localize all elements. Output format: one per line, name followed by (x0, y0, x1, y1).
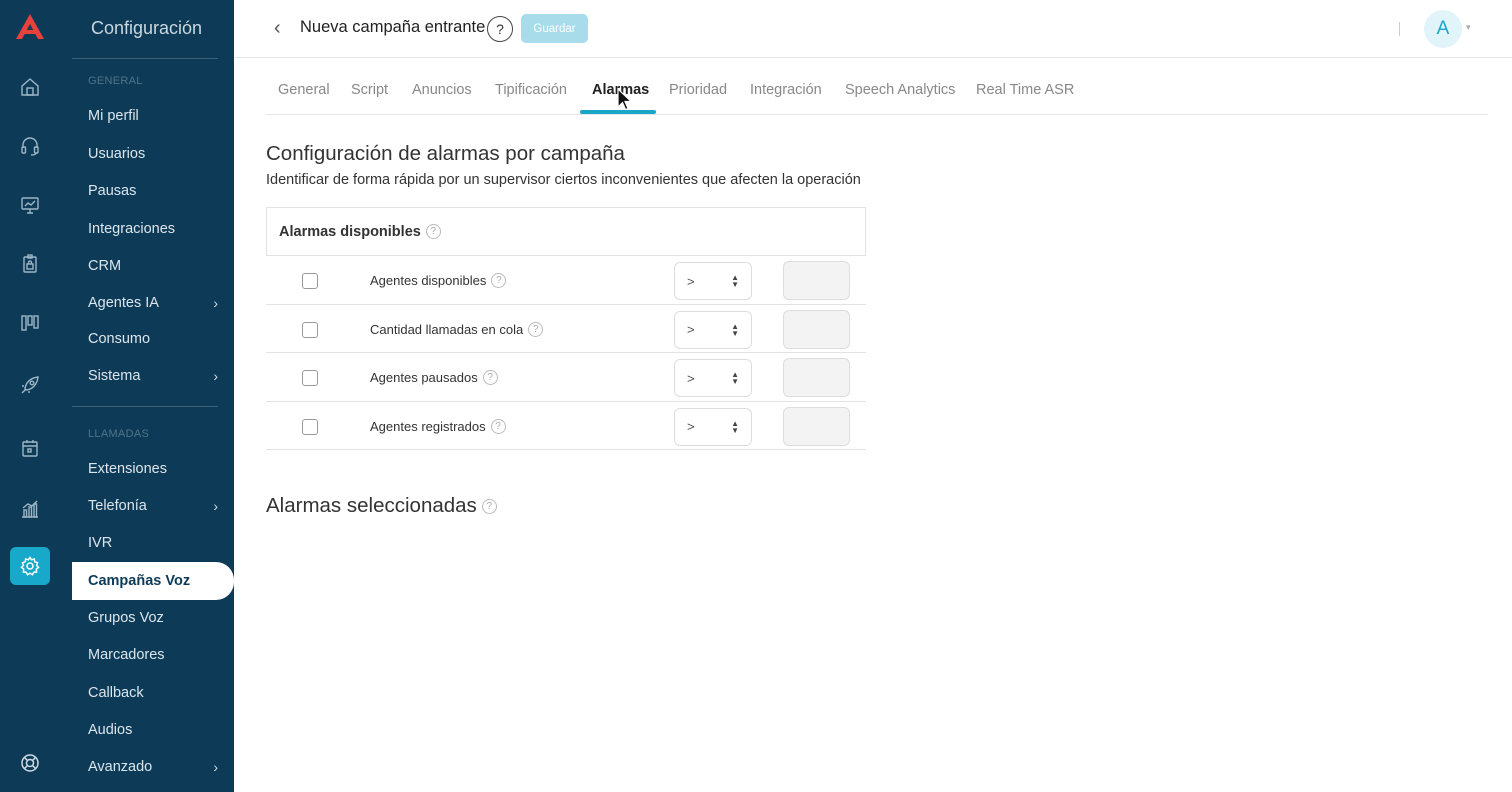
operator-select[interactable]: > ▲ ▼ (674, 262, 752, 300)
alarm-row: Agentes pausados? > ▲ ▼ (266, 353, 866, 402)
menu-item-ivr[interactable]: IVR (88, 535, 218, 551)
available-alarms-header: Alarmas disponibles ? (266, 207, 866, 256)
menu-item-usuarios[interactable]: Usuarios (88, 146, 218, 162)
menu-item-telefonia[interactable]: Telefonía › (88, 498, 218, 514)
page-header: ‹ Nueva campaña entrante ? Guardar A ▾ (234, 0, 1512, 58)
help-icon[interactable]: ? (491, 273, 507, 288)
menu-item-mi-perfil[interactable]: Mi perfil (88, 108, 218, 124)
settings-icon[interactable] (10, 547, 50, 585)
chevron-right-icon: › (213, 498, 218, 514)
campaign-tabs: General Script Anuncios Tipificación Ala… (266, 70, 1488, 115)
analytics-icon[interactable] (10, 491, 50, 527)
operator-select[interactable]: > ▲ ▼ (674, 359, 752, 397)
available-alarms-table: Alarmas disponibles ? Agentes disponible… (266, 207, 866, 450)
badge-icon[interactable] (10, 246, 50, 282)
header-divider (1399, 22, 1400, 36)
tab-integracion[interactable]: Integración (750, 82, 822, 98)
sort-arrows-icon: ▲ ▼ (731, 321, 739, 338)
menu-item-integraciones[interactable]: Integraciones (88, 221, 218, 237)
alarm-label: Agentes pausados? (370, 370, 498, 385)
chevron-down-icon[interactable]: ▾ (1466, 22, 1471, 33)
menu-divider (72, 406, 218, 407)
help-icon[interactable]: ? (482, 370, 498, 385)
settings-menu: Configuración GENERAL Mi perfil Usuarios… (60, 0, 234, 792)
kanban-icon[interactable] (10, 305, 50, 341)
menu-item-grupos-voz[interactable]: Grupos Voz (88, 610, 218, 626)
selected-alarms-title: Alarmas seleccionadas ? (266, 494, 497, 518)
menu-item-crm[interactable]: CRM (88, 258, 218, 274)
back-arrow-icon[interactable]: ‹ (274, 17, 281, 40)
operator-select[interactable]: > ▲ ▼ (674, 407, 752, 446)
headset-icon[interactable] (10, 128, 50, 164)
page-title: Nueva campaña entrante (300, 18, 486, 36)
alarm-row: Cantidad llamadas en cola? > ▲ ▼ (266, 305, 866, 353)
menu-item-sistema[interactable]: Sistema › (88, 368, 218, 384)
save-button[interactable]: Guardar (521, 14, 588, 43)
menu-item-callback[interactable]: Callback (88, 685, 218, 701)
section-llamadas-label: LLAMADAS (88, 428, 150, 440)
chevron-right-icon: › (213, 759, 218, 775)
operator-select[interactable]: > ▲ ▼ (674, 310, 752, 349)
menu-item-pausas[interactable]: Pausas (88, 183, 218, 199)
threshold-input[interactable] (783, 406, 850, 446)
avatar[interactable]: A (1424, 10, 1462, 48)
menu-item-agentes-ia[interactable]: Agentes IA › (88, 295, 218, 311)
threshold-input[interactable] (783, 309, 850, 349)
tab-tipificacion[interactable]: Tipificación (495, 82, 567, 98)
alarm-row: Agentes registrados? > ▲ ▼ (266, 402, 866, 450)
tab-speech-analytics[interactable]: Speech Analytics (845, 82, 955, 98)
menu-item-campanas-voz[interactable]: Campañas Voz (72, 562, 234, 600)
alarm-label: Agentes disponibles? (370, 273, 507, 288)
help-icon[interactable]: ? (490, 418, 506, 434)
logo-icon[interactable] (14, 12, 46, 42)
menu-item-avanzado[interactable]: Avanzado › (88, 759, 218, 775)
alarm-row: Agentes disponibles? > ▲ ▼ (266, 256, 866, 305)
sort-arrows-icon: ▲ ▼ (731, 273, 739, 289)
menu-item-consumo[interactable]: Consumo (88, 331, 218, 347)
alarm-label: Cantidad llamadas en cola? (370, 321, 544, 337)
menu-item-marcadores[interactable]: Marcadores (88, 647, 218, 663)
mouse-cursor-icon (617, 88, 633, 111)
chevron-right-icon: › (213, 368, 218, 384)
tab-anuncios[interactable]: Anuncios (412, 82, 472, 98)
threshold-input[interactable] (783, 261, 850, 300)
alarm-checkbox[interactable] (302, 273, 318, 289)
section-subtitle: Identificar de forma rápida por un super… (266, 172, 861, 188)
menu-title: Configuración (91, 18, 203, 38)
alarm-label: Agentes registrados? (370, 418, 506, 434)
rocket-icon[interactable] (10, 367, 50, 403)
help-icon[interactable]: ? (481, 498, 497, 514)
chevron-right-icon: › (213, 295, 218, 311)
help-icon[interactable]: ? (487, 16, 513, 42)
alarm-checkbox[interactable] (302, 418, 318, 435)
calendar-icon[interactable] (10, 430, 50, 466)
section-general-label: GENERAL (88, 75, 143, 87)
help-icon[interactable]: ? (528, 321, 544, 337)
menu-item-extensiones[interactable]: Extensiones (88, 461, 218, 477)
help-lifebuoy-icon[interactable] (10, 745, 50, 781)
alarm-checkbox[interactable] (302, 370, 318, 386)
sort-arrows-icon: ▲ ▼ (731, 418, 739, 435)
sort-arrows-icon: ▲ ▼ (731, 370, 739, 386)
menu-item-audios[interactable]: Audios (88, 722, 218, 738)
section-title: Configuración de alarmas por campaña (266, 142, 625, 165)
help-icon[interactable]: ? (425, 224, 441, 239)
menu-divider (72, 58, 218, 59)
tab-general[interactable]: General (278, 82, 330, 98)
tab-script[interactable]: Script (351, 82, 388, 98)
monitor-icon[interactable] (10, 187, 50, 223)
tab-real-time-asr[interactable]: Real Time ASR (976, 82, 1074, 98)
icon-rail (0, 0, 60, 792)
threshold-input[interactable] (783, 358, 850, 397)
tab-prioridad[interactable]: Prioridad (669, 82, 727, 98)
home-icon[interactable] (10, 69, 50, 105)
alarm-checkbox[interactable] (302, 321, 318, 338)
